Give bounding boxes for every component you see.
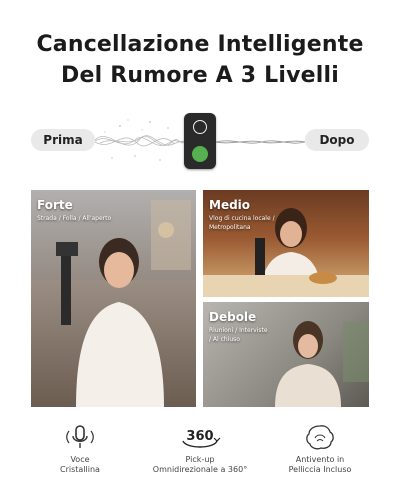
title-line-2: Del Rumore A 3 Livelli (61, 63, 339, 88)
level-panel-strong: Forte Strada / Folla / All'aperto (31, 190, 196, 407)
level-title: Forte (37, 198, 73, 212)
feature-360-pickup: 360 Pick-up Omnidirezionale a 360° (145, 423, 255, 475)
microphone-icon (25, 423, 135, 451)
before-label: Prima (31, 129, 95, 151)
windscreen-icon (265, 423, 375, 451)
level-subtitle: Strada / Folla / All'aperto (37, 215, 112, 222)
level-title: Debole (209, 310, 257, 324)
feature-label: Antivento in Pelliccia Incluso (288, 455, 352, 474)
feature-clear-voice: Voce Cristallina (25, 423, 135, 475)
level-title: Medio (209, 198, 251, 212)
360-icon-text: 360 (186, 429, 213, 444)
level-subtitle: Vlog di cucina locale / Metropolitana (209, 215, 275, 231)
feature-windscreen: Antivento in Pelliccia Incluso (265, 423, 375, 475)
feature-label: Voce Cristallina (60, 455, 100, 474)
brand-logo-icon (193, 120, 207, 134)
level-subtitle: Riunioni / Interviste / Al chiuso (209, 327, 268, 343)
microphone-transmitter (184, 113, 216, 169)
title-line-1: Cancellazione Intelligente (36, 32, 364, 57)
level-panel-medium: Medio Vlog di cucina locale / Metropolit… (203, 190, 369, 297)
status-led-icon (192, 146, 208, 162)
360-icon: 360 (145, 423, 255, 451)
after-label: Dopo (305, 129, 369, 151)
feature-label: Pick-up Omnidirezionale a 360° (152, 455, 248, 474)
level-panel-weak: Debole Riunioni / Interviste / Al chiuso (203, 302, 369, 407)
